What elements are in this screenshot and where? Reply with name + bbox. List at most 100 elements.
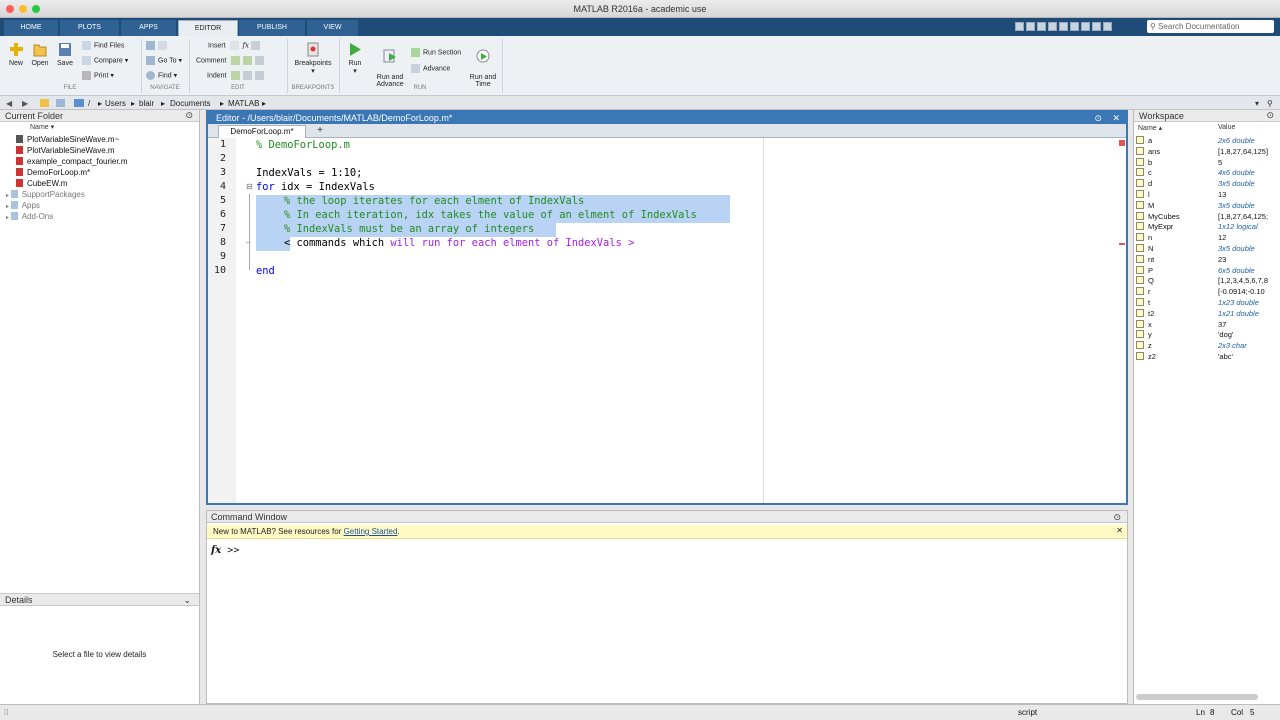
back-arrow-icon[interactable]: ◀ <box>6 99 12 108</box>
search-documentation-input[interactable]: ⚲ Search Documentation <box>1147 20 1274 33</box>
panel-actions-icon[interactable]: ⊙ <box>1266 110 1274 121</box>
code-line-6[interactable]: % In each iteration, idx takes the value… <box>284 209 697 222</box>
workspace-row[interactable]: M 3x5 double <box>1134 200 1280 211</box>
workspace-row[interactable]: y 'dog' <box>1134 329 1280 340</box>
workspace-row[interactable]: l 13 <box>1134 189 1280 200</box>
save-button[interactable]: Save <box>54 40 76 67</box>
folder-item[interactable]: ▸ Add-Ons <box>6 212 53 221</box>
column-name-header[interactable]: Name ▴ <box>1138 124 1162 132</box>
insert-button[interactable]: Insert fx <box>208 41 263 50</box>
path-dropdown-icon[interactable]: ▾ <box>1255 99 1259 108</box>
file-item[interactable]: PlotVariableSineWave.m <box>16 146 115 155</box>
horizontal-scrollbar[interactable] <box>1136 694 1258 700</box>
workspace-row[interactable]: n 12 <box>1134 232 1280 243</box>
workspace-row[interactable]: ans [1,8,27,64,125] <box>1134 146 1280 157</box>
workspace-row[interactable]: P 6x5 double <box>1134 265 1280 276</box>
run-and-time-button[interactable]: Run and Time <box>467 40 499 88</box>
workspace-row[interactable]: z 2x3 char <box>1134 340 1280 351</box>
file-item[interactable]: CubeEW.m <box>16 179 67 188</box>
open-button[interactable]: Open <box>29 40 51 67</box>
fold-icon[interactable]: ⊟ <box>246 182 253 191</box>
help-icon[interactable] <box>1103 22 1112 31</box>
go-to-button[interactable]: Go To ▾ <box>146 56 182 65</box>
workspace-row[interactable]: Q [1,2,3,4,5,6,7,8 <box>1134 275 1280 286</box>
search-folder-icon[interactable]: ⚲ <box>1267 99 1273 108</box>
path-blair[interactable]: blair <box>139 99 154 108</box>
workspace-row[interactable]: r [-0.0914;-0.10 <box>1134 286 1280 297</box>
workspace-row[interactable]: x 37 <box>1134 319 1280 330</box>
new-button[interactable]: New <box>5 40 27 67</box>
workspace-row[interactable]: z2 'abc' <box>1134 351 1280 362</box>
workspace-row[interactable]: nt 23 <box>1134 254 1280 265</box>
up-folder-icon[interactable] <box>40 99 49 107</box>
error-indicator-icon[interactable] <box>1119 140 1125 146</box>
code-line-1[interactable]: % DemoForLoop.m <box>256 139 350 152</box>
run-and-advance-button[interactable]: Run and Advance <box>372 40 408 88</box>
code-line-3[interactable]: IndexVals = 1:10; <box>256 167 362 180</box>
layout-icon[interactable] <box>1092 22 1101 31</box>
compare-button[interactable]: Compare ▾ <box>82 56 128 65</box>
redo-icon[interactable] <box>1070 22 1079 31</box>
tab-plots[interactable]: PLOTS <box>60 20 120 36</box>
copy-icon[interactable] <box>1037 22 1046 31</box>
panel-actions-icon[interactable]: ⊙ <box>185 110 193 121</box>
code-line-10[interactable]: end <box>256 265 275 278</box>
column-name-header[interactable]: Name ▾ <box>30 123 54 131</box>
back-forward-buttons[interactable] <box>146 41 170 50</box>
code-line-5[interactable]: % the loop iterates for each elment of I… <box>284 195 584 208</box>
forward-arrow-icon[interactable]: ▶ <box>22 99 28 108</box>
file-item[interactable]: PlotVariableSineWave.m~ <box>16 135 119 144</box>
workspace-row[interactable]: t 1x23 double <box>1134 297 1280 308</box>
print-button[interactable]: Print ▾ <box>82 71 114 80</box>
workspace-row[interactable]: N 3x5 double <box>1134 243 1280 254</box>
code-line-4[interactable]: for idx = IndexVals <box>256 181 375 194</box>
folder-item[interactable]: ▸ Apps <box>6 201 40 210</box>
close-icon[interactable]: ✕ <box>1112 112 1120 124</box>
path-root[interactable]: / <box>88 99 90 108</box>
workspace-row[interactable]: MyExpr 1x12 logical <box>1134 221 1280 232</box>
tab-apps[interactable]: APPS <box>121 20 177 36</box>
tab-home[interactable]: HOME <box>4 20 59 36</box>
path-documents[interactable]: Documents <box>170 99 210 108</box>
workspace-row[interactable]: b5 <box>1134 157 1280 168</box>
path-matlab[interactable]: MATLAB <box>228 99 259 108</box>
code-line-8[interactable]: < commands which will run for each elmen… <box>284 237 634 250</box>
tab-editor[interactable]: EDITOR <box>178 20 238 36</box>
details-header[interactable]: Details ⌄ <box>0 593 199 606</box>
file-item[interactable]: example_compact_fourier.m <box>16 157 128 166</box>
chevron-down-icon[interactable]: ⌄ <box>183 595 191 606</box>
breakpoints-button[interactable]: Breakpoints ▾ <box>290 40 336 75</box>
paste-icon[interactable] <box>1048 22 1057 31</box>
workspace-row[interactable]: t2 1x21 double <box>1134 308 1280 319</box>
file-item[interactable]: DemoForLoop.m* <box>16 168 90 177</box>
code-line-7[interactable]: % IndexVals must be an array of integers <box>284 223 534 236</box>
comment-button[interactable]: Comment <box>196 56 267 65</box>
browse-folder-icon[interactable] <box>56 99 65 107</box>
find-button[interactable]: Find ▾ <box>146 71 177 80</box>
new-tab-button[interactable]: + <box>312 125 328 137</box>
switch-windows-icon[interactable] <box>1081 22 1090 31</box>
cut-icon[interactable] <box>1026 22 1035 31</box>
error-marker[interactable] <box>1119 243 1125 245</box>
find-files-button[interactable]: Find Files <box>82 41 124 50</box>
folder-item[interactable]: ▸ SupportPackages <box>6 190 85 199</box>
run-button[interactable]: Run ▾ <box>342 40 368 75</box>
column-value-header[interactable]: Value <box>1218 124 1235 131</box>
panel-actions-icon[interactable]: ⊙ <box>1094 112 1102 124</box>
workspace-row[interactable]: c 4x6 double <box>1134 167 1280 178</box>
tab-demoforloop[interactable]: DemoForLoop.m* <box>218 125 306 138</box>
indent-button[interactable]: Indent <box>207 71 267 80</box>
advance-button[interactable]: Advance <box>411 64 450 73</box>
workspace-row[interactable]: a 2x6 double <box>1134 135 1280 146</box>
workspace-row[interactable]: MyCubes [1,8,27,64,125; <box>1134 211 1280 222</box>
workspace-row[interactable]: d 3x5 double <box>1134 178 1280 189</box>
close-icon[interactable]: ✕ <box>1116 526 1123 535</box>
tab-view[interactable]: VIEW <box>307 20 359 36</box>
getting-started-link[interactable]: Getting Started <box>344 527 398 536</box>
run-section-button[interactable]: Run Section <box>411 48 461 57</box>
save-icon[interactable] <box>1015 22 1024 31</box>
path-users[interactable]: Users <box>105 99 126 108</box>
tab-publish[interactable]: PUBLISH <box>239 20 306 36</box>
undo-icon[interactable] <box>1059 22 1068 31</box>
command-prompt[interactable]: fx >> <box>211 545 239 556</box>
